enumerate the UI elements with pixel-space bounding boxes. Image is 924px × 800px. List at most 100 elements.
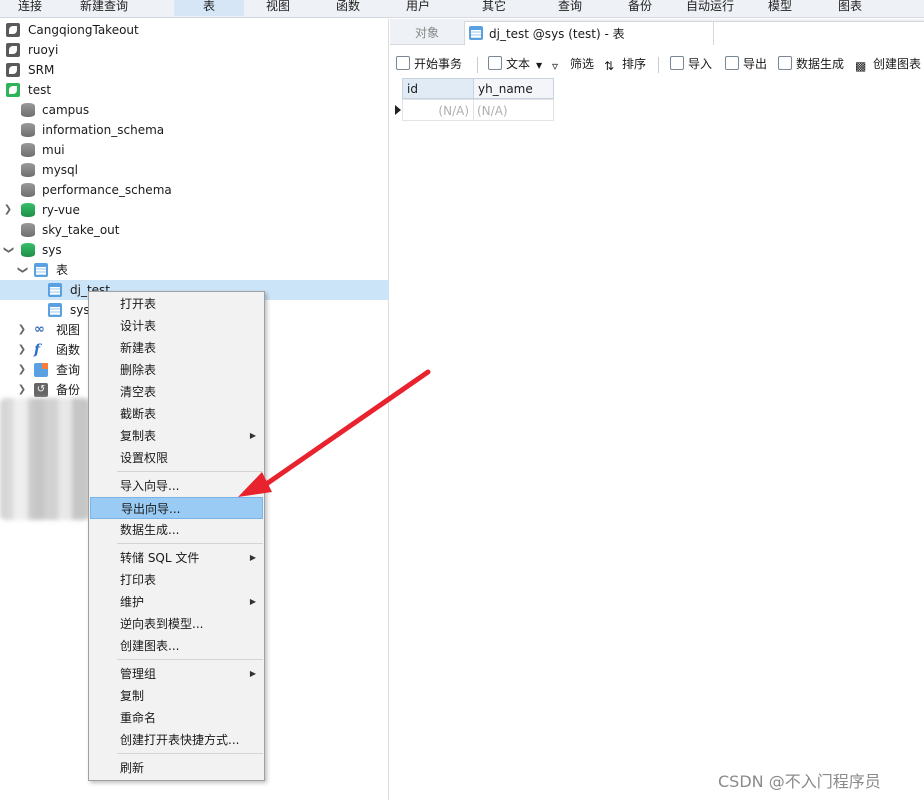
chevron-right-icon[interactable]: ❯ <box>17 340 27 360</box>
menu-item-refresh[interactable]: 刷新 <box>89 757 264 779</box>
text-button[interactable]: 文本 ▼ <box>488 55 542 73</box>
view-icon: ∞ <box>34 322 45 337</box>
menu-item-open-table[interactable]: 打开表 <box>89 293 264 315</box>
menu-item-set-permissions[interactable]: 设置权限 <box>89 447 264 469</box>
toolbar-views[interactable]: 视图 <box>266 0 290 16</box>
database-icon <box>21 223 35 237</box>
tree-folder-label: 函数 <box>56 343 81 357</box>
tree-connection-label: ruoyi <box>28 43 59 57</box>
import-button[interactable]: 导入 <box>670 55 712 73</box>
toolbar-charts[interactable]: 图表 <box>838 0 862 16</box>
filter-label: 筛选 <box>570 57 595 71</box>
toolbar-tables[interactable]: 表 <box>174 0 244 16</box>
table-cell[interactable]: (N/A) <box>473 99 554 121</box>
menu-item-label: 管理组 <box>120 667 157 681</box>
menu-item-copy[interactable]: 复制 <box>89 685 264 707</box>
menu-item-data-generation[interactable]: 数据生成... <box>89 519 264 541</box>
toolbar-backup[interactable]: 备份 <box>628 0 652 16</box>
export-button[interactable]: 导出 <box>725 55 767 73</box>
current-row-marker-icon <box>395 105 401 115</box>
tree-database[interactable]: campus <box>0 100 389 120</box>
menu-item-dump-sql[interactable]: 转储 SQL 文件 ▶ <box>89 547 264 569</box>
toolbar-queries[interactable]: 查询 <box>558 0 582 16</box>
tree-database[interactable]: ❯ ry-vue <box>0 200 389 220</box>
chevron-down-icon[interactable]: ❯ <box>12 265 32 275</box>
toolbar-others[interactable]: 其它 <box>482 0 506 16</box>
menu-item-design-table[interactable]: 设计表 <box>89 315 264 337</box>
tree-database[interactable]: mysql <box>0 160 389 180</box>
menu-item-create-chart[interactable]: 创建图表... <box>89 635 264 657</box>
main-toolbar: 连接 新建查询 表 视图 函数 用户 其它 查询 备份 自动运行 模型 图表 <box>0 0 924 18</box>
tree-connection-label: test <box>28 83 52 97</box>
menu-separator <box>117 543 263 544</box>
menu-item-manage-group[interactable]: 管理组 ▶ <box>89 663 264 685</box>
toolbar-users[interactable]: 用户 <box>406 0 430 16</box>
tree-connection[interactable]: ruoyi <box>0 40 389 60</box>
menu-item-truncate-table[interactable]: 截断表 <box>89 403 264 425</box>
tree-database[interactable]: information_schema <box>0 120 389 140</box>
submenu-arrow-icon: ▶ <box>249 597 256 606</box>
tree-tables-folder[interactable]: ❯ 表 <box>0 260 389 280</box>
chevron-right-icon[interactable]: ❯ <box>3 200 13 220</box>
menu-item-import-wizard[interactable]: 导入向导... <box>89 475 264 497</box>
menu-item-create-shortcut[interactable]: 创建打开表快捷方式... <box>89 729 264 751</box>
import-label: 导入 <box>688 57 713 71</box>
begin-transaction-button[interactable]: 开始事务 <box>396 55 462 73</box>
table-icon <box>34 263 48 277</box>
chevron-right-icon[interactable]: ❯ <box>17 380 27 400</box>
tree-database-label: campus <box>42 103 90 117</box>
menu-item-rename[interactable]: 重命名 <box>89 707 264 729</box>
menu-item-copy-table[interactable]: 复制表 ▶ <box>89 425 264 447</box>
column-header-id[interactable]: id <box>402 78 474 99</box>
menu-item-export-wizard[interactable]: 导出向导... <box>90 497 263 519</box>
chevron-down-icon[interactable]: ❯ <box>0 245 18 255</box>
tree-database-label: ry-vue <box>42 203 80 217</box>
create-chart-button[interactable]: ▩ 创建图表 <box>855 55 921 73</box>
tree-folder-label: 备份 <box>56 383 81 397</box>
tab-objects[interactable]: 对象 <box>390 21 464 45</box>
sort-button[interactable]: ⇅ 排序 <box>604 55 646 73</box>
tab-bar: 对象 dj_test @sys (test) - 表 <box>390 19 924 45</box>
column-header-yh-name[interactable]: yh_name <box>473 78 554 99</box>
menu-item-label: 维护 <box>120 595 145 609</box>
submenu-arrow-icon: ▶ <box>249 553 256 562</box>
toolbar-automation[interactable]: 自动运行 <box>686 0 734 16</box>
tree-connection-active[interactable]: test <box>0 80 389 100</box>
tab-table-editor[interactable]: dj_test @sys (test) - 表 <box>464 21 714 45</box>
tree-connection[interactable]: SRM <box>0 60 389 80</box>
transaction-icon <box>396 56 410 70</box>
import-icon <box>670 56 684 70</box>
menu-item-empty-table[interactable]: 清空表 <box>89 381 264 403</box>
menu-item-maintenance[interactable]: 维护 ▶ <box>89 591 264 613</box>
tree-database-label: sky_take_out <box>42 223 120 237</box>
toolbar-new-query[interactable]: 新建查询 <box>80 0 128 16</box>
tree-database[interactable]: mui <box>0 140 389 160</box>
toolbar-connect[interactable]: 连接 <box>18 0 42 16</box>
begin-transaction-label: 开始事务 <box>414 57 463 71</box>
tree-database-label: mui <box>42 143 65 157</box>
filter-button[interactable]: ▿ 筛选 <box>552 55 594 73</box>
menu-item-print-table[interactable]: 打印表 <box>89 569 264 591</box>
table-cell[interactable]: (N/A) <box>402 99 474 121</box>
tree-database-sys[interactable]: ❯ sys <box>0 240 389 260</box>
toolbar-model[interactable]: 模型 <box>768 0 792 16</box>
tree-database-label: information_schema <box>42 123 165 137</box>
tree-database[interactable]: performance_schema <box>0 180 389 200</box>
tree-folder-label: 查询 <box>56 363 81 377</box>
text-label: 文本 <box>506 57 531 71</box>
database-icon <box>21 103 35 117</box>
chevron-right-icon[interactable]: ❯ <box>17 320 27 340</box>
text-icon <box>488 56 502 70</box>
data-generation-button[interactable]: 数据生成 <box>778 55 844 73</box>
chevron-right-icon[interactable]: ❯ <box>17 360 27 380</box>
menu-item-new-table[interactable]: 新建表 <box>89 337 264 359</box>
database-icon <box>21 183 35 197</box>
sort-label: 排序 <box>622 57 647 71</box>
tree-database[interactable]: sky_take_out <box>0 220 389 240</box>
tree-connection[interactable]: CangqiongTakeout <box>0 20 389 40</box>
toolbar-functions[interactable]: 函数 <box>336 0 360 16</box>
database-icon <box>21 143 35 157</box>
database-icon <box>21 123 35 137</box>
menu-item-reverse-to-model[interactable]: 逆向表到模型... <box>89 613 264 635</box>
menu-item-delete-table[interactable]: 删除表 <box>89 359 264 381</box>
